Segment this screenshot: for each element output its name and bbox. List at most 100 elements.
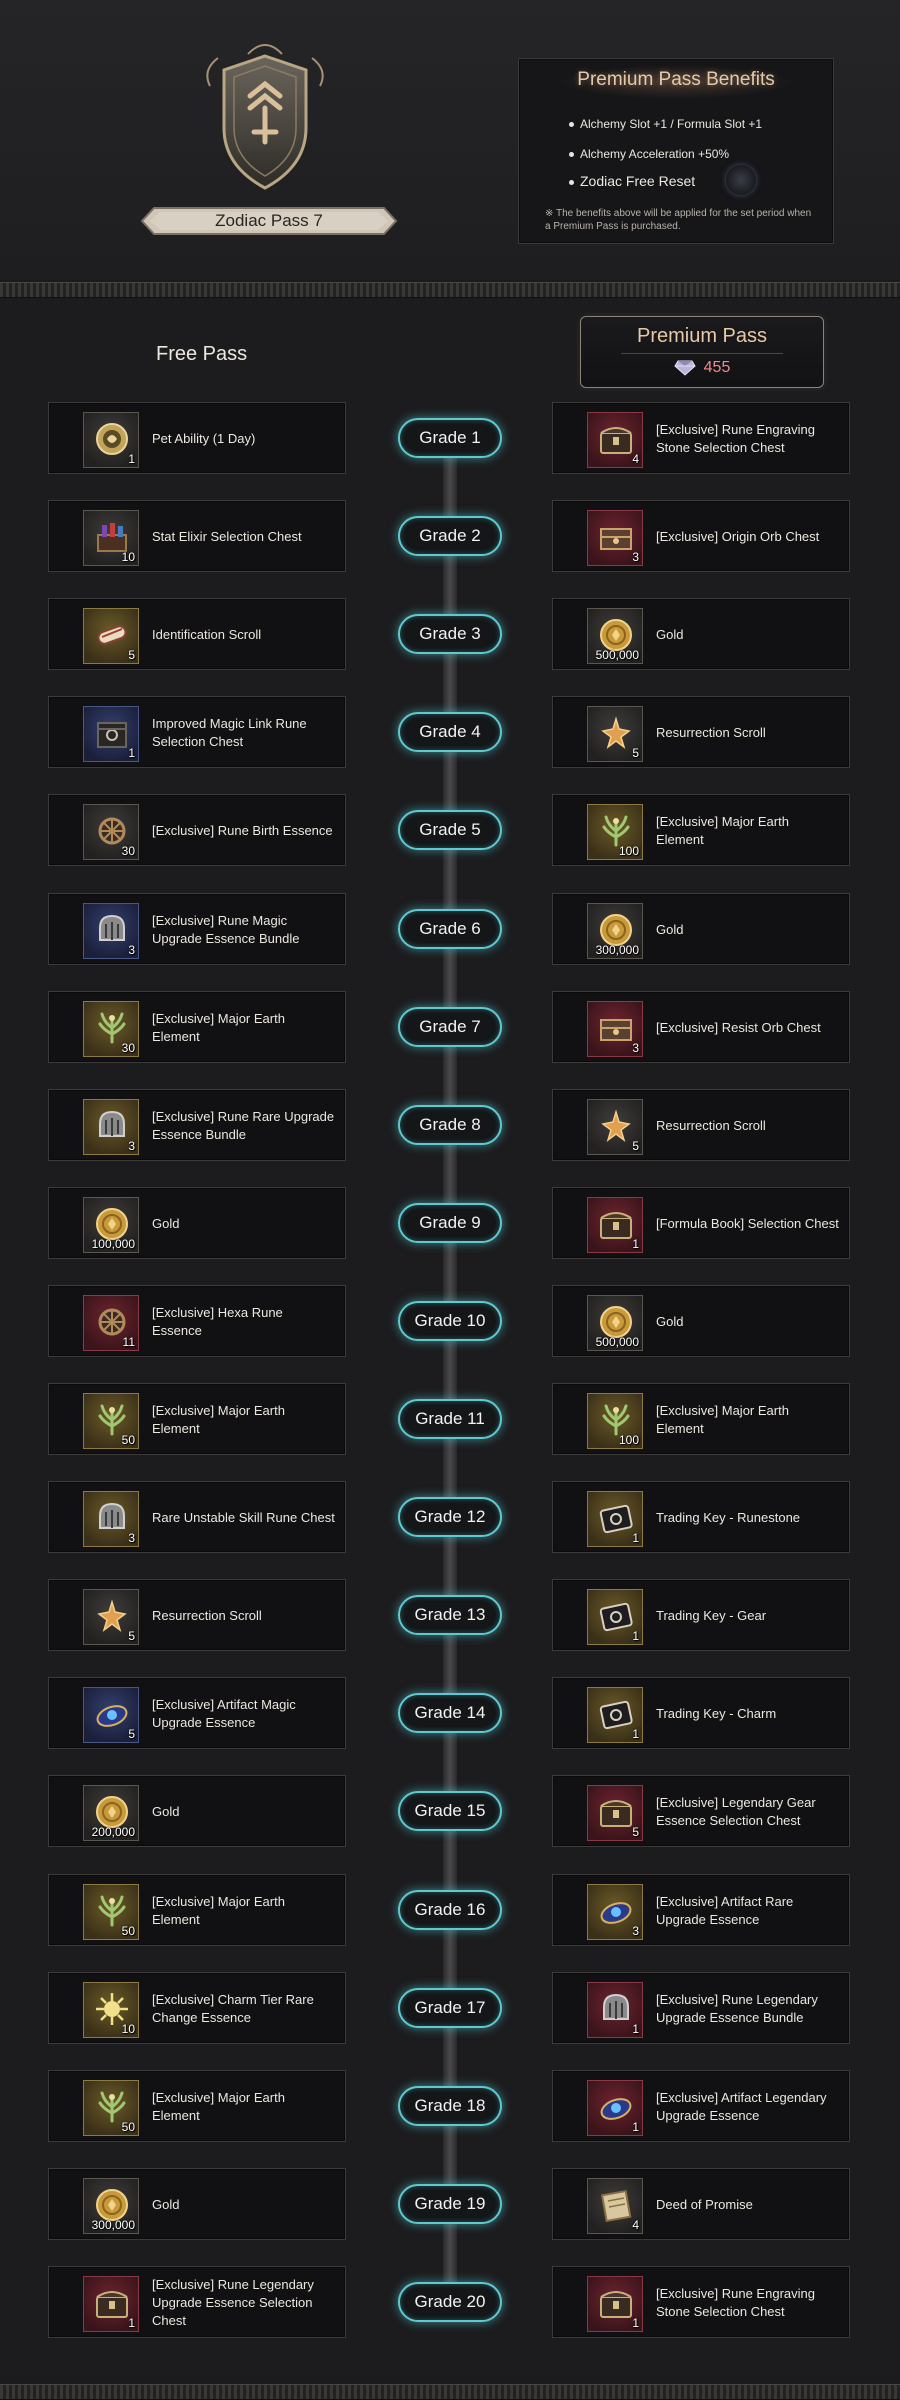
- free-reward-card[interactable]: 50 [Exclusive] Major Earth Element: [48, 1383, 346, 1455]
- premium-reward-card[interactable]: 500,000 Gold: [552, 1284, 850, 1357]
- premium-reward-card[interactable]: 100 [Exclusive] Major Earth Element: [552, 794, 850, 867]
- chest-icon: [600, 1800, 632, 1828]
- premium-reward-card[interactable]: 1 Trading Key - Gear: [552, 1579, 850, 1652]
- free-reward-card[interactable]: 1 [Exclusive] Rune Legendary Upgrade Ess…: [48, 2265, 346, 2338]
- premium-reward-card[interactable]: 4 [Exclusive] Rune Engraving Stone Selec…: [552, 402, 850, 474]
- reward-icon-frame: 1: [83, 412, 139, 468]
- reward-row: 3 [Exclusive] Rune Rare Upgrade Essence …: [0, 1088, 900, 1161]
- reward-name: Gold: [152, 2169, 335, 2241]
- grade-badge: Grade 18: [398, 2085, 502, 2126]
- reward-quantity: 1: [632, 2119, 639, 2134]
- reward-icon-frame: 1: [587, 1491, 643, 1548]
- reward-quantity: 1: [128, 746, 135, 761]
- zodiac-reset-icon: [726, 165, 756, 195]
- premium-reward-card[interactable]: 1 [Exclusive] Artifact Legendary Upgrade…: [552, 2069, 850, 2142]
- premium-reward-card[interactable]: 1 Trading Key - Charm: [552, 1677, 850, 1750]
- reward-quantity: 5: [632, 1825, 639, 1840]
- premium-reward-card[interactable]: 100 [Exclusive] Major Earth Element: [552, 1383, 850, 1455]
- free-reward-card[interactable]: 1 Pet Ability (1 Day): [48, 402, 346, 474]
- reward-name-text: [Exclusive] Artifact Rare Upgrade Essenc…: [656, 1893, 794, 1927]
- reward-name-text: Resurrection Scroll: [656, 1117, 766, 1133]
- reward-quantity: 5: [128, 1629, 135, 1644]
- free-reward-card[interactable]: 5 Identification Scroll: [48, 598, 346, 671]
- free-reward-card[interactable]: 1 Improved Magic Link Rune Selection Che…: [48, 696, 346, 769]
- reward-name: [Exclusive] Major Earth Element: [656, 795, 839, 867]
- reward-icon-frame: 100: [587, 1393, 643, 1449]
- reward-icon-frame: 500,000: [587, 608, 643, 665]
- reward-name: [Exclusive] Rune Magic Upgrade Essence B…: [152, 894, 335, 966]
- reward-icon-frame: 30: [83, 804, 139, 861]
- free-reward-card[interactable]: 300,000 Gold: [48, 2167, 346, 2241]
- reward-name-text: Resurrection Scroll: [152, 1608, 262, 1624]
- premium-reward-card[interactable]: 500,000 Gold: [552, 598, 850, 671]
- free-reward-card[interactable]: 3 [Exclusive] Rune Magic Upgrade Essence…: [48, 892, 346, 966]
- reward-icon-frame: 3: [587, 510, 643, 567]
- trading-key-icon: [599, 1701, 633, 1730]
- reward-icon-frame: 1: [587, 2275, 643, 2332]
- reward-name-text: [Exclusive] Major Earth Element: [152, 2089, 285, 2123]
- free-reward-card[interactable]: 3 Rare Unstable Skill Rune Chest: [48, 1481, 346, 1554]
- free-reward-card[interactable]: 100,000 Gold: [48, 1186, 346, 1259]
- reward-name-text: Gold: [152, 1804, 180, 1820]
- free-reward-card[interactable]: 3 [Exclusive] Rune Rare Upgrade Essence …: [48, 1088, 346, 1161]
- reward-quantity: 1: [632, 1727, 639, 1742]
- premium-reward-card[interactable]: 1 [Formula Book] Selection Chest: [552, 1186, 850, 1259]
- reward-quantity: 4: [632, 2217, 639, 2232]
- premium-reward-card[interactable]: 3 [Exclusive] Artifact Rare Upgrade Esse…: [552, 1873, 850, 1946]
- premium-pass-header: Premium Pass 455: [580, 316, 824, 388]
- free-reward-card[interactable]: 5 Resurrection Scroll: [48, 1579, 346, 1652]
- premium-reward-card[interactable]: 1 [Exclusive] Rune Engraving Stone Selec…: [552, 2265, 850, 2339]
- premium-reward-card[interactable]: 5 [Exclusive] Legendary Gear Essence Sel…: [552, 1775, 850, 1848]
- reward-name: Rare Unstable Skill Rune Chest: [152, 1482, 335, 1554]
- grade-badge: Grade 20: [398, 2281, 502, 2322]
- premium-reward-card[interactable]: 1 [Exclusive] Rune Legendary Upgrade Ess…: [552, 1971, 850, 2044]
- premium-reward-card[interactable]: 1 Trading Key - Runestone: [552, 1481, 850, 1554]
- premium-reward-card[interactable]: 4 Deed of Promise: [552, 2167, 850, 2241]
- reward-quantity: 200,000: [91, 1825, 135, 1840]
- reward-name: Identification Scroll: [152, 599, 335, 671]
- reward-quantity: 1: [632, 1629, 639, 1644]
- reward-quantity: 50: [121, 1433, 135, 1447]
- gem-icon: [673, 360, 696, 376]
- reward-name-text: [Exclusive] Rune Engraving Stone Selecti…: [656, 2285, 815, 2319]
- reward-name: [Exclusive] Rune Engraving Stone Selecti…: [656, 2267, 839, 2339]
- reward-name-text: Deed of Promise: [656, 2196, 753, 2212]
- grade-badge: Grade 13: [398, 1595, 502, 1636]
- free-reward-card[interactable]: 10 Stat Elixir Selection Chest: [48, 500, 346, 573]
- reward-name-text: Gold: [152, 2196, 180, 2212]
- reward-name: [Exclusive] Rune Engraving Stone Selecti…: [656, 403, 839, 475]
- reward-name-text: Identification Scroll: [152, 627, 262, 643]
- reward-quantity: 10: [121, 550, 135, 565]
- grade-badge: Grade 19: [398, 2183, 502, 2224]
- grade-badge: Grade 1: [398, 418, 502, 458]
- reward-icon-frame: 5: [83, 1589, 139, 1646]
- reward-row: 200,000 Gold Grade 15 5 [Exclusive] Lege…: [0, 1775, 900, 1848]
- premium-reward-card[interactable]: 5 Resurrection Scroll: [552, 696, 850, 769]
- free-reward-card[interactable]: 10 [Exclusive] Charm Tier Rare Change Es…: [48, 1971, 346, 2044]
- grade-badge: Grade 4: [398, 712, 502, 753]
- resurrection-scroll-icon: [601, 716, 631, 750]
- free-reward-card[interactable]: 5 [Exclusive] Artifact Magic Upgrade Ess…: [48, 1677, 346, 1750]
- premium-reward-card[interactable]: 3 [Exclusive] Resist Orb Chest: [552, 990, 850, 1063]
- premium-reward-card[interactable]: 5 Resurrection Scroll: [552, 1088, 850, 1161]
- free-reward-card[interactable]: 30 [Exclusive] Rune Birth Essence: [48, 794, 346, 867]
- helmet-bundle-icon: [99, 1503, 125, 1530]
- free-reward-card[interactable]: 11 [Exclusive] Hexa Rune Essence: [48, 1284, 346, 1357]
- reward-quantity: 5: [632, 1138, 639, 1153]
- reward-name: [Exclusive] Artifact Magic Upgrade Essen…: [152, 1678, 335, 1750]
- reward-quantity: 300,000: [91, 2217, 135, 2232]
- reward-name-text: [Exclusive] Artifact Legendary Upgrade E…: [656, 2089, 827, 2123]
- free-reward-card[interactable]: 50 [Exclusive] Major Earth Element: [48, 2069, 346, 2142]
- reward-quantity: 100,000: [91, 1236, 135, 1251]
- premium-reward-card[interactable]: 3 [Exclusive] Origin Orb Chest: [552, 500, 850, 573]
- free-reward-card[interactable]: 200,000 Gold: [48, 1775, 346, 1848]
- reward-quantity: 11: [122, 1334, 135, 1349]
- reward-icon-frame: 4: [587, 2177, 643, 2234]
- reward-quantity: 1: [632, 1236, 639, 1251]
- free-reward-card[interactable]: 30 [Exclusive] Major Earth Element: [48, 990, 346, 1063]
- reward-name: Deed of Promise: [656, 2169, 839, 2241]
- reward-name-text: [Exclusive] Artifact Magic Upgrade Essen…: [152, 1697, 296, 1731]
- bottom-divider: [0, 2384, 900, 2400]
- premium-reward-card[interactable]: 300,000 Gold: [552, 892, 850, 965]
- free-reward-card[interactable]: 50 [Exclusive] Major Earth Element: [48, 1873, 346, 1946]
